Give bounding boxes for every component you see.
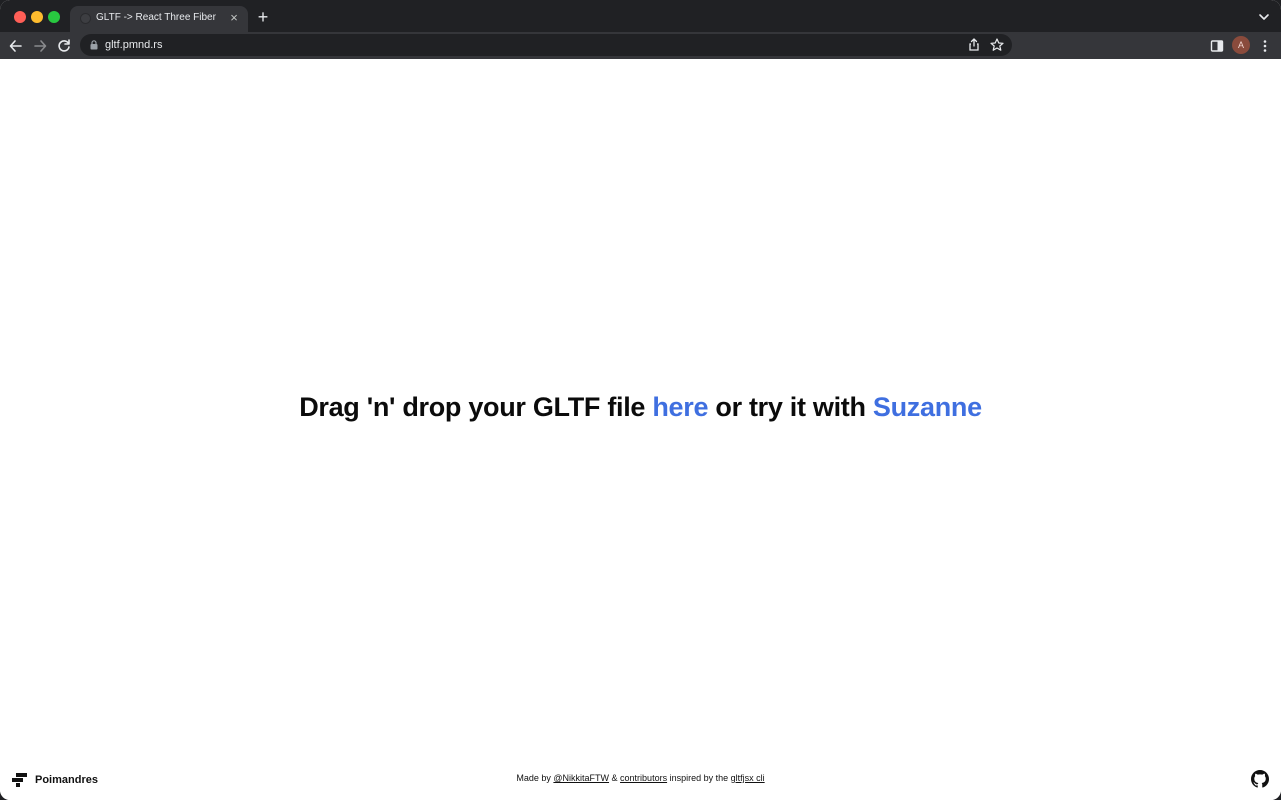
browser-window: GLTF -> React Three Fiber × + gltf.pmnd.… <box>0 0 1281 800</box>
suzanne-example-link[interactable]: Suzanne <box>873 392 982 422</box>
tab-title: GLTF -> React Three Fiber <box>96 12 216 23</box>
github-icon[interactable] <box>1251 770 1269 788</box>
contributors-link[interactable]: contributors <box>620 773 667 783</box>
gltfjsx-cli-link[interactable]: gltfjsx cli <box>731 773 765 783</box>
headline-text-1: Drag 'n' drop your GLTF file <box>299 392 653 422</box>
address-bar[interactable]: gltf.pmnd.rs <box>80 34 1012 56</box>
url-text[interactable]: gltf.pmnd.rs <box>105 39 162 51</box>
browser-tab[interactable]: GLTF -> React Three Fiber × <box>70 6 248 32</box>
upload-link[interactable]: here <box>652 392 708 422</box>
share-icon[interactable] <box>966 37 982 53</box>
reload-icon[interactable] <box>55 37 73 55</box>
tab-close-button[interactable]: × <box>226 10 242 26</box>
lock-icon[interactable] <box>90 40 98 50</box>
menu-icon[interactable] <box>1256 37 1274 55</box>
browser-toolbar: gltf.pmnd.rs A <box>0 32 1281 59</box>
favicon-icon <box>80 13 91 24</box>
side-panel-icon[interactable] <box>1208 37 1226 55</box>
tab-search-icon[interactable] <box>1257 10 1271 24</box>
star-icon[interactable] <box>989 37 1005 53</box>
forward-icon[interactable] <box>31 37 49 55</box>
credits-amp: & <box>609 773 621 783</box>
page-content: Drag 'n' drop your GLTF file here or try… <box>0 59 1281 800</box>
drop-zone-headline[interactable]: Drag 'n' drop your GLTF file here or try… <box>0 392 1281 423</box>
headline-text-2: or try it with <box>708 392 873 422</box>
credits-made-by: Made by <box>516 773 554 783</box>
minimize-window-button[interactable] <box>31 11 43 23</box>
new-tab-button[interactable]: + <box>254 8 272 27</box>
footer-credits: Made by @NikkitaFTW & contributors inspi… <box>0 773 1281 783</box>
credits-inspired: inspired by the <box>667 773 731 783</box>
tab-strip: GLTF -> React Three Fiber × + <box>0 0 1281 32</box>
back-icon[interactable] <box>7 37 25 55</box>
maximize-window-button[interactable] <box>48 11 60 23</box>
profile-avatar[interactable]: A <box>1232 36 1250 54</box>
close-window-button[interactable] <box>14 11 26 23</box>
author-link[interactable]: @NikkitaFTW <box>553 773 609 783</box>
